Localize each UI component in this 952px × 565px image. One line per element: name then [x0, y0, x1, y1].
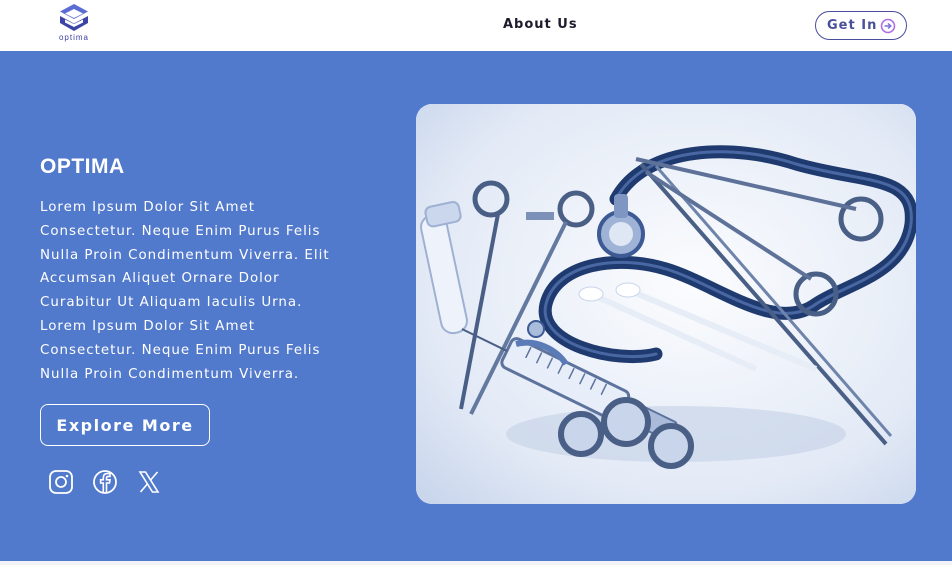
x-icon[interactable]	[136, 469, 162, 495]
logo-mark-icon	[60, 4, 88, 31]
nav-about-us[interactable]: About Us	[503, 17, 578, 32]
logo-text: optima	[58, 33, 89, 42]
instagram-icon[interactable]	[48, 469, 74, 495]
site-header: optima About Us Get In	[0, 0, 952, 51]
explore-more-label: Explore More	[56, 415, 194, 435]
facebook-icon[interactable]	[92, 469, 118, 495]
get-in-button[interactable]: Get In	[815, 11, 907, 40]
brand-logo[interactable]: optima	[56, 3, 92, 47]
get-in-label: Get In	[827, 18, 878, 33]
arrow-circle-icon	[880, 18, 896, 34]
medical-instruments-image	[416, 104, 916, 504]
page-bottom-edge	[0, 561, 952, 565]
social-links	[48, 469, 162, 495]
hero-title: OPTIMA	[40, 155, 125, 178]
hero-description: Lorem Ipsum Dolor Sit Amet Consectetur. …	[40, 200, 330, 382]
hero-section: OPTIMA Lorem Ipsum Dolor Sit Amet Consec…	[0, 51, 952, 561]
explore-more-button[interactable]: Explore More	[40, 404, 210, 446]
